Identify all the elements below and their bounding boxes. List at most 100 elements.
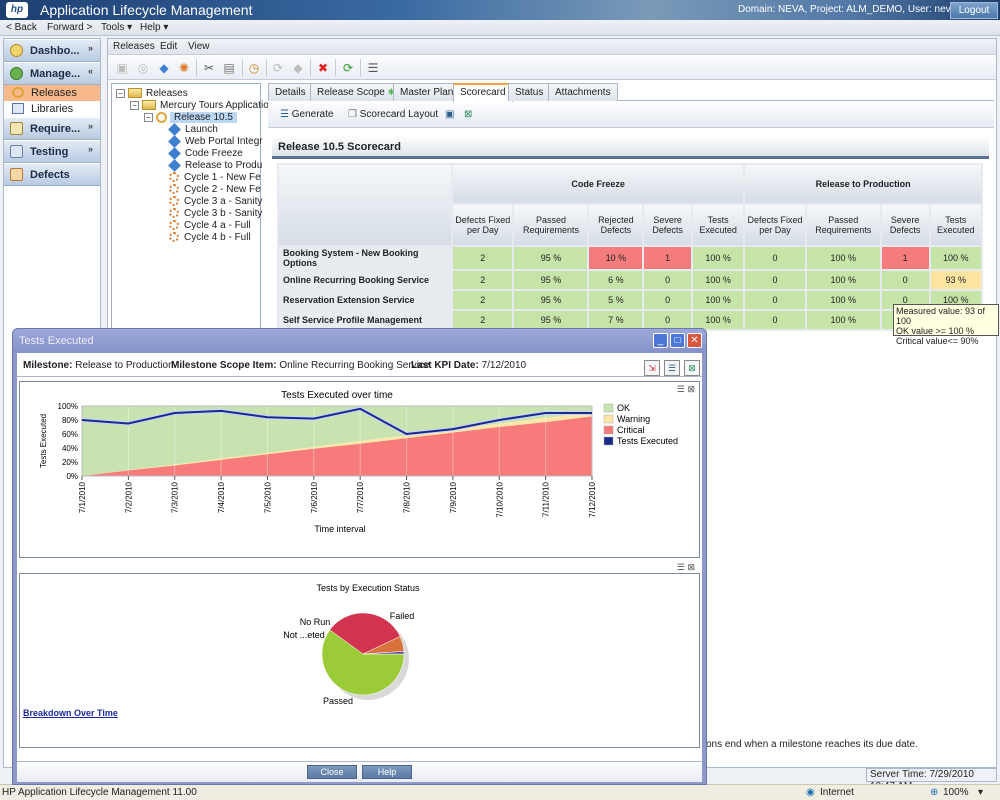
diamond-icon[interactable]: ◆ bbox=[290, 60, 306, 76]
schedule-icon[interactable]: ◷ bbox=[246, 60, 262, 76]
kpi-cell[interactable]: 0 bbox=[743, 269, 807, 291]
tree-node-cycle[interactable]: Cycle 2 - New Fe bbox=[168, 184, 261, 195]
new-folder-icon[interactable]: ▣ bbox=[114, 60, 130, 76]
generate-button[interactable]: ☰ Generate bbox=[280, 109, 333, 120]
kpi-cell[interactable]: 10 % bbox=[587, 245, 645, 271]
assign-icon[interactable]: ⟳ bbox=[270, 60, 286, 76]
generate-icon[interactable]: ☰ bbox=[664, 360, 680, 376]
tab-details[interactable]: Details bbox=[268, 83, 313, 101]
menu-edit[interactable]: Edit bbox=[160, 41, 177, 52]
sidebar-group-dashboard[interactable]: Dashbo... » bbox=[4, 40, 100, 62]
sidebar-group-testing[interactable]: Testing » bbox=[4, 141, 100, 163]
delete-icon[interactable]: ✖ bbox=[315, 60, 331, 76]
kpi-cell[interactable]: 7 % bbox=[587, 309, 645, 331]
maximize-icon[interactable]: □ bbox=[670, 333, 685, 348]
chart-expand-icon[interactable]: ⊠ bbox=[687, 562, 695, 572]
kpi-cell[interactable]: 6 % bbox=[587, 269, 645, 291]
chart-settings-icon[interactable]: ☰ bbox=[677, 562, 685, 572]
scope-item-name[interactable]: Reservation Extension Service bbox=[277, 289, 453, 311]
paste-icon[interactable]: ▤ bbox=[221, 60, 237, 76]
tab-scorecard[interactable]: Scorecard bbox=[453, 83, 513, 102]
kpi-cell[interactable]: 100 % bbox=[804, 269, 882, 291]
kpi-cell[interactable]: 5 % bbox=[587, 289, 645, 311]
help-menu[interactable]: Help ▾ bbox=[140, 22, 168, 33]
minimize-icon[interactable]: _ bbox=[653, 333, 668, 348]
kpi-cell[interactable]: 2 bbox=[450, 309, 515, 331]
export-report-icon[interactable]: ⇲ bbox=[644, 360, 660, 376]
new-milestone-icon[interactable]: ◆ bbox=[156, 60, 172, 76]
back-button[interactable]: < Back bbox=[6, 22, 37, 33]
kpi-cell[interactable]: 93 % bbox=[928, 269, 984, 291]
kpi-cell[interactable]: 0 bbox=[642, 289, 693, 311]
kpi-cell[interactable]: 100 % bbox=[928, 245, 984, 271]
tree-node-release[interactable]: − Release 10.5 bbox=[144, 112, 237, 124]
zoom-icon[interactable]: ⊕ bbox=[930, 787, 938, 798]
new-release-icon[interactable]: ◎ bbox=[135, 60, 151, 76]
tree-node-cycle[interactable]: Cycle 3 a - Sanity bbox=[168, 196, 262, 207]
tree-node-milestone[interactable]: Code Freeze bbox=[168, 146, 243, 160]
tree-node-folder[interactable]: − Mercury Tours Applicatio bbox=[130, 100, 269, 111]
kpi-cell[interactable]: 1 bbox=[642, 245, 693, 271]
kpi-cell[interactable]: 100 % bbox=[690, 269, 746, 291]
save-icon[interactable]: ▣ bbox=[445, 109, 454, 120]
kpi-cell[interactable]: 2 bbox=[450, 269, 515, 291]
logout-button[interactable]: Logout bbox=[950, 2, 998, 19]
kpi-cell[interactable]: 100 % bbox=[690, 245, 746, 271]
export-icon[interactable]: ⊠ bbox=[464, 109, 472, 120]
kpi-cell[interactable]: 95 % bbox=[512, 245, 590, 271]
tree-node-cycle[interactable]: Cycle 3 b - Sanity bbox=[168, 208, 262, 219]
forward-button[interactable]: Forward > bbox=[47, 22, 92, 33]
sidebar-item-releases[interactable]: Releases bbox=[4, 85, 100, 101]
tree-node-cycle[interactable]: Cycle 4 b - Full bbox=[168, 232, 251, 243]
scorecard-layout-button[interactable]: ❐ Scorecard Layout bbox=[348, 109, 438, 120]
close-button[interactable]: Close bbox=[307, 765, 357, 779]
kpi-cell[interactable]: 95 % bbox=[512, 309, 590, 331]
tab-release-scope[interactable]: Release Scope ✱ bbox=[310, 83, 403, 101]
breakdown-over-time-link[interactable]: Breakdown Over Time bbox=[23, 708, 118, 718]
sidebar-group-requirements[interactable]: Require... » bbox=[4, 118, 100, 140]
kpi-cell[interactable]: 0 bbox=[743, 309, 807, 331]
collapse-icon[interactable]: − bbox=[130, 100, 139, 110]
tab-status[interactable]: Status bbox=[508, 83, 551, 101]
sidebar-group-management[interactable]: Manage... « bbox=[4, 63, 100, 85]
collapse-icon[interactable]: − bbox=[144, 113, 153, 122]
tree-node-milestone[interactable]: Launch bbox=[168, 122, 218, 136]
expand-icon[interactable]: ⊠ bbox=[684, 360, 700, 376]
kpi-cell[interactable]: 100 % bbox=[690, 309, 746, 331]
menu-view[interactable]: View bbox=[188, 41, 210, 52]
scope-item-name[interactable]: Self Service Profile Management bbox=[277, 309, 453, 331]
kpi-cell[interactable]: 2 bbox=[450, 245, 515, 271]
kpi-cell[interactable]: 95 % bbox=[512, 269, 590, 291]
cut-icon[interactable]: ✂ bbox=[201, 60, 217, 76]
close-icon[interactable]: ✕ bbox=[687, 333, 702, 348]
tree-node-milestone[interactable]: Release to Produ bbox=[168, 158, 262, 172]
kpi-cell[interactable]: 100 % bbox=[690, 289, 746, 311]
tree-node-cycle[interactable]: Cycle 1 - New Fe bbox=[168, 172, 261, 183]
scope-item-name[interactable]: Online Recurring Booking Service bbox=[277, 269, 453, 291]
tab-attachments[interactable]: Attachments bbox=[548, 83, 618, 101]
tree-node-cycle[interactable]: Cycle 4 a - Full bbox=[168, 220, 251, 231]
kpi-cell[interactable]: 0 bbox=[642, 269, 693, 291]
help-button[interactable]: Help bbox=[362, 765, 412, 779]
chevron-down-icon[interactable]: ▾ bbox=[978, 787, 983, 798]
details-icon[interactable]: ☰ bbox=[365, 60, 381, 76]
kpi-cell[interactable]: 2 bbox=[450, 289, 515, 311]
kpi-cell[interactable]: 100 % bbox=[804, 245, 882, 271]
sidebar-item-libraries[interactable]: Libraries bbox=[4, 101, 100, 117]
tree-node-milestone[interactable]: Web Portal Integr bbox=[168, 134, 263, 148]
tree-node-releases[interactable]: − Releases bbox=[116, 88, 188, 99]
kpi-cell[interactable]: 100 % bbox=[804, 309, 882, 331]
zoom-level[interactable]: 100% bbox=[943, 787, 969, 798]
kpi-cell[interactable]: 0 bbox=[642, 309, 693, 331]
scope-item-name[interactable]: Booking System - New Booking Options bbox=[277, 245, 453, 271]
menu-releases[interactable]: Releases bbox=[113, 41, 155, 52]
sidebar-group-defects[interactable]: Defects bbox=[4, 164, 100, 186]
tab-master-plan[interactable]: Master Plan bbox=[393, 83, 461, 101]
kpi-cell[interactable]: 100 % bbox=[804, 289, 882, 311]
kpi-cell[interactable]: 0 bbox=[743, 289, 807, 311]
tools-menu[interactable]: Tools ▾ bbox=[101, 22, 132, 33]
refresh-icon[interactable]: ⟳ bbox=[340, 60, 356, 76]
kpi-cell[interactable]: 0 bbox=[879, 269, 931, 291]
collapse-icon[interactable]: − bbox=[116, 88, 125, 98]
kpi-cell[interactable]: 0 bbox=[743, 245, 807, 271]
